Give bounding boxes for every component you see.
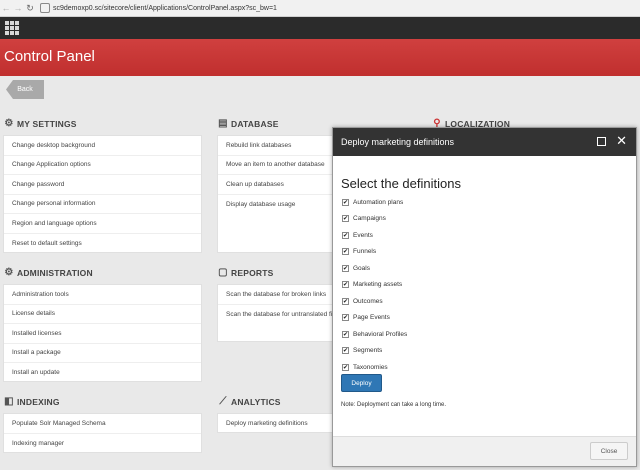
list-item[interactable]: Installed licenses — [4, 324, 201, 344]
checkbox[interactable]: ✔ — [342, 281, 349, 289]
checkbox-label: Automation plans — [353, 198, 404, 206]
list-item[interactable]: Indexing manager — [4, 434, 201, 454]
deploy-button[interactable]: Deploy — [341, 374, 382, 392]
database-heading: ▤ DATABASE — [218, 118, 279, 130]
analytics-panel: Deploy marketing definitions — [217, 413, 335, 433]
list-item[interactable]: Install a package — [4, 344, 201, 363]
section-title-label: MY SETTINGS — [17, 119, 77, 129]
list-item[interactable]: Deploy marketing definitions — [218, 414, 334, 434]
checkbox-row[interactable]: ✔ Campaigns — [342, 211, 407, 228]
toolbar: Back — [0, 76, 640, 106]
deployment-note: Note: Deployment can take a long time. — [341, 402, 447, 408]
list-item[interactable]: Reset to default settings — [4, 234, 201, 254]
close-button[interactable]: Close — [590, 442, 628, 460]
list-item[interactable]: Display database usage — [218, 195, 334, 215]
page-title: Control Panel — [4, 48, 95, 65]
my-settings-panel: Change desktop background Change Applica… — [3, 135, 202, 253]
indexing-panel: Populate Solr Managed Schema Indexing ma… — [3, 413, 202, 453]
section-title-label: ADMINISTRATION — [17, 268, 93, 278]
checkbox[interactable]: ✔ — [342, 198, 349, 206]
reload-icon[interactable]: ↻ — [24, 3, 36, 14]
dialog-footer: Close — [333, 436, 636, 466]
checkbox[interactable]: ✔ — [342, 264, 349, 272]
administration-heading: ⚙ ADMINISTRATION — [4, 267, 93, 279]
list-item[interactable]: Change Application options — [4, 156, 201, 175]
list-item[interactable]: Change personal information — [4, 195, 201, 214]
checkbox[interactable]: ✔ — [342, 297, 349, 305]
checkbox[interactable]: ✔ — [342, 314, 349, 322]
close-icon[interactable]: ✕ — [616, 134, 627, 147]
database-panel: Rebuild link databases Move an item to a… — [217, 135, 335, 253]
back-arrow-icon[interactable]: ← — [0, 3, 12, 13]
definition-checkbox-list: ✔ Automation plans ✔ Campaigns ✔ Events ✔ Fu… — [342, 194, 407, 376]
page-header: Control Panel — [0, 39, 640, 76]
chart-line-icon: ⟋ — [219, 396, 227, 407]
list-item[interactable]: Administration tools — [4, 285, 201, 305]
administration-panel: Administration tools License details Ins… — [3, 284, 202, 382]
database-icon: ▤ — [218, 118, 228, 129]
indexing-heading: ◧ INDEXING — [4, 396, 60, 408]
checkbox[interactable]: ✔ — [342, 248, 349, 256]
section-title-label: ANALYTICS — [231, 397, 281, 407]
checkbox-row[interactable]: ✔ Page Events — [342, 310, 407, 327]
forward-arrow-icon[interactable]: → — [12, 3, 24, 13]
checkbox[interactable]: ✔ — [342, 347, 349, 355]
checkbox-label: Outcomes — [353, 297, 383, 305]
checkbox-label: Behavioral Profiles — [353, 330, 408, 338]
checkbox-row[interactable]: ✔ Marketing assets — [342, 277, 407, 294]
maximize-icon[interactable] — [597, 137, 606, 146]
list-item[interactable]: Populate Solr Managed Schema — [4, 414, 201, 434]
checkbox-row[interactable]: ✔ Events — [342, 227, 407, 244]
checkbox[interactable]: ✔ — [342, 363, 349, 371]
list-item[interactable]: Move an item to another database — [218, 156, 334, 175]
dialog-header: Deploy marketing definitions ✕ — [333, 128, 636, 156]
page-icon — [40, 3, 50, 13]
section-title-label: INDEXING — [17, 397, 60, 407]
checkbox-label: Taxonomies — [353, 363, 388, 371]
dialog-title: Deploy marketing definitions — [341, 137, 455, 147]
address-bar[interactable]: sc9demoxp0.sc/sitecore/client/Applicatio… — [53, 5, 277, 12]
deploy-dialog: Deploy marketing definitions ✕ Select th… — [332, 127, 637, 467]
checkbox-label: Page Events — [353, 314, 390, 322]
list-item[interactable]: Scan the database for broken links — [218, 285, 334, 305]
checkbox[interactable]: ✔ — [342, 215, 349, 223]
checkbox-label: Events — [353, 231, 373, 239]
checkbox-row[interactable]: ✔ Automation plans — [342, 194, 407, 211]
section-title-label: REPORTS — [231, 268, 274, 278]
checkbox-label: Goals — [353, 264, 370, 272]
checkbox-row[interactable]: ✔ Behavioral Profiles — [342, 326, 407, 343]
sitecore-topbar — [0, 17, 640, 39]
back-button[interactable]: Back — [6, 80, 44, 99]
indexing-icon: ◧ — [4, 396, 14, 407]
list-item[interactable]: Clean up databases — [218, 175, 334, 195]
analytics-heading: ⟋ ANALYTICS — [218, 396, 281, 408]
sitecore-logo-icon[interactable] — [4, 20, 20, 36]
gear-icon: ⚙ — [4, 118, 14, 129]
reports-panel: Scan the database for broken links Scan … — [217, 284, 335, 342]
list-item[interactable]: Change password — [4, 175, 201, 195]
browser-bar: ← → ↻ sc9demoxp0.sc/sitecore/client/Appl… — [0, 0, 640, 17]
gears-icon: ⚙ — [4, 267, 14, 278]
list-item[interactable]: Scan the database for untranslated fi — [218, 305, 334, 325]
checkbox-row[interactable]: ✔ Outcomes — [342, 293, 407, 310]
dialog-subtitle: Select the definitions — [341, 176, 461, 191]
list-item[interactable]: License details — [4, 305, 201, 324]
list-item[interactable]: Rebuild link databases — [218, 136, 334, 156]
section-title-label: DATABASE — [231, 119, 279, 129]
checkbox-row[interactable]: ✔ Funnels — [342, 244, 407, 261]
list-item[interactable]: Change desktop background — [4, 136, 201, 156]
list-item[interactable]: Region and language options — [4, 214, 201, 234]
report-icon: ▢ — [218, 267, 228, 278]
list-item[interactable]: Install an update — [4, 363, 201, 383]
reports-heading: ▢ REPORTS — [218, 267, 274, 279]
checkbox[interactable]: ✔ — [342, 231, 349, 239]
checkbox-row[interactable]: ✔ Segments — [342, 343, 407, 360]
checkbox-label: Marketing assets — [353, 281, 403, 289]
checkbox-label: Funnels — [353, 248, 377, 256]
checkbox-label: Segments — [353, 347, 383, 355]
checkbox-label: Campaigns — [353, 215, 386, 223]
checkbox-row[interactable]: ✔ Goals — [342, 260, 407, 277]
checkbox[interactable]: ✔ — [342, 330, 349, 338]
my-settings-heading: ⚙ MY SETTINGS — [4, 118, 77, 130]
